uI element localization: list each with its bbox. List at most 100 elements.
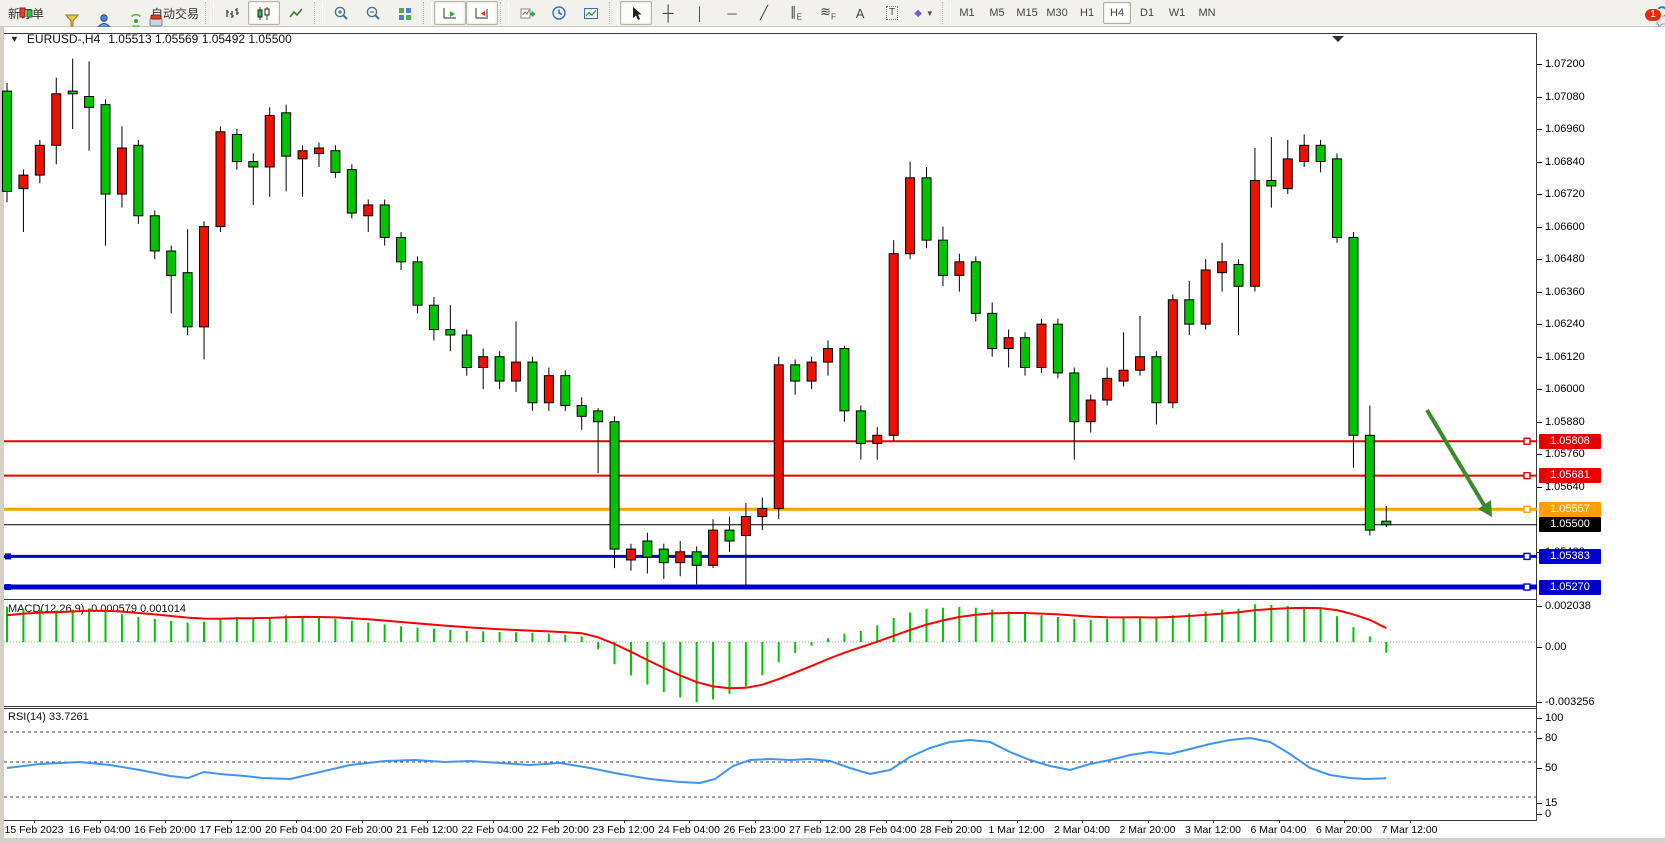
axis-tick-mark [1537,606,1542,607]
time-tick-label: 3 Mar 12:00 [1185,824,1241,836]
toolbar-separator [314,2,323,24]
hline-tool-button[interactable]: ─ [716,1,748,25]
crosshair-tool-button[interactable]: ┼ [652,1,684,25]
zoom-out-button[interactable] [357,1,389,25]
depth-of-market-button[interactable] [48,1,80,25]
tile-windows-button[interactable] [389,1,421,25]
price-tick-label: 1.06360 [1545,286,1585,298]
templates-button[interactable]: ▼ [575,1,607,25]
indicators-button[interactable]: ▼ [511,1,543,25]
axis-tick-mark [1537,702,1542,703]
channel-tool-button[interactable]: ∥E [780,1,812,25]
trendline-tool-button[interactable]: ╱ [748,1,780,25]
text-tool-button[interactable]: A [844,1,876,25]
timeframe-m5[interactable]: M5 [983,2,1011,24]
axis-tick-mark [1537,324,1542,325]
axis-tick-mark [1537,814,1542,815]
time-tick-label: 2 Mar 20:00 [1119,824,1175,836]
axis-tick-mark [1537,738,1542,739]
axis-tick-mark [1537,422,1542,423]
time-tick-label: 15 Feb 2023 [5,824,64,836]
axis-tick-mark [1537,97,1542,98]
rsi-axis-label: 100 [1545,712,1563,724]
auto-trading-button[interactable]: 自动交易 [144,1,203,25]
time-tick-mark [820,820,821,823]
text-icon: A [856,6,865,21]
community-button[interactable] [80,1,112,25]
candlestick-chart-button[interactable] [248,1,280,25]
zoom-in-button[interactable] [325,1,357,25]
time-tick-mark [1344,820,1345,823]
price-tick-label: 1.06600 [1545,221,1585,233]
chart-window[interactable]: ▼ EURUSD-,H4 1.05513 1.05569 1.05492 1.0… [0,27,1665,843]
bar-chart-icon [224,6,240,21]
time-tick-label: 26 Feb 23:00 [724,824,786,836]
bar-chart-button[interactable] [216,1,248,25]
zoom-in-icon [333,5,349,21]
axis-tick-mark [1537,227,1542,228]
cursor-tool-button[interactable] [620,1,652,25]
axis-tick-mark [1537,357,1542,358]
time-tick-label: 28 Feb 20:00 [920,824,982,836]
vertical-line-icon: │ [696,6,704,21]
chart-shift-icon [474,6,490,21]
macd-axis-label: -0.003256 [1545,696,1595,708]
text-label-tool-button[interactable]: T [876,1,908,25]
time-tick-label: 6 Mar 20:00 [1316,824,1372,836]
time-tick-label: 23 Feb 12:00 [593,824,655,836]
line-chart-button[interactable] [280,1,312,25]
price-tick-label: 1.06960 [1545,123,1585,135]
fibonacci-tool-button[interactable]: ≋F [812,1,844,25]
toolbar-separator [423,2,432,24]
timeframe-w1[interactable]: W1 [1163,2,1191,24]
time-tick-label: 6 Mar 04:00 [1250,824,1306,836]
time-tick-mark [558,820,559,823]
line-chart-icon [288,6,304,21]
axis-tick-mark [1537,803,1542,804]
rsi-pane-separator-a[interactable] [4,706,1537,707]
vline-tool-button[interactable]: │ [684,1,716,25]
timeframe-m1[interactable]: M1 [953,2,981,24]
time-tick-mark [34,820,35,823]
horizontal-line-icon: ─ [727,6,736,21]
time-tick-mark [165,820,166,823]
rsi-pane[interactable] [4,708,1537,820]
main-chart-pane[interactable] [4,34,1537,600]
price-axis[interactable]: 1.072001.070801.069601.068401.067201.066… [1537,27,1665,843]
timeframe-d1[interactable]: D1 [1133,2,1161,24]
price-tick-label: 1.06840 [1545,156,1585,168]
chart-shift-button[interactable] [466,1,498,25]
new-order-button[interactable]: 新订单 [4,1,48,25]
time-tick-mark [755,820,756,823]
timeframe-h4[interactable]: H4 [1103,2,1131,24]
toolbar-separator [609,2,618,24]
text-label-icon: T [886,6,898,20]
time-axis[interactable]: 15 Feb 202316 Feb 04:0016 Feb 20:0017 Fe… [4,822,1537,838]
price-tag-1.05681: 1.05681 [1539,468,1601,483]
fibonacci-icon: ≋F [820,4,836,22]
price-tick-label: 1.06000 [1545,383,1585,395]
trendline-icon: ╱ [760,5,768,21]
signals-button[interactable] [112,1,144,25]
time-tick-mark [689,820,690,823]
new-order-icon [19,6,34,20]
chevron-down-icon: ▼ [926,9,934,18]
mt4-window: 新订单 自动交易 ▼ ▼ ▼ ┼ │ [0,0,1665,843]
time-tick-label: 1 Mar 12:00 [988,824,1044,836]
timeframe-h1[interactable]: H1 [1073,2,1101,24]
channel-icon: ∥E [790,4,802,22]
price-tag-1.05270: 1.05270 [1539,580,1601,595]
periods-button[interactable]: ▼ [543,1,575,25]
price-tag-1.05808: 1.05808 [1539,434,1601,449]
arrows-tool-button[interactable]: ◆▼ [908,1,940,25]
auto-scroll-button[interactable] [434,1,466,25]
timeframe-m15[interactable]: M15 [1013,2,1041,24]
price-tick-label: 1.06480 [1545,253,1585,265]
timeframe-mn[interactable]: MN [1193,2,1221,24]
time-tick-mark [493,820,494,823]
timeframe-m30[interactable]: M30 [1043,2,1071,24]
price-tag-1.05557: 1.05557 [1539,502,1601,517]
time-tick-mark [427,820,428,823]
time-tick-mark [951,820,952,823]
macd-pane[interactable] [4,600,1537,706]
